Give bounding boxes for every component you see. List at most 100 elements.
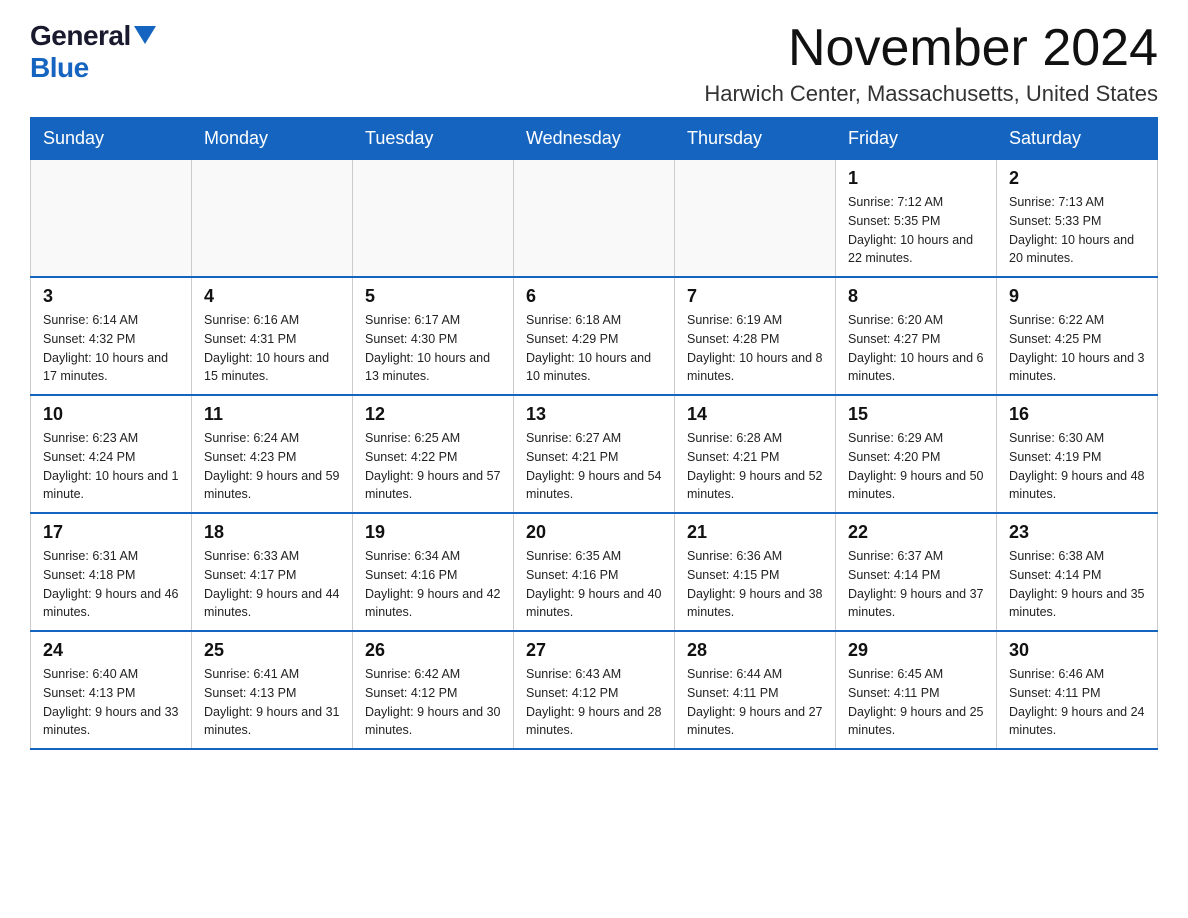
day-number: 4 [204, 286, 340, 307]
calendar-cell: 27 Sunrise: 6:43 AMSunset: 4:12 PMDayligh… [514, 631, 675, 749]
day-number: 24 [43, 640, 179, 661]
day-number: 2 [1009, 168, 1145, 189]
calendar-row-3: 17 Sunrise: 6:31 AMSunset: 4:18 PMDayligh… [31, 513, 1158, 631]
day-info: Sunrise: 6:38 AMSunset: 4:14 PMDaylight:… [1009, 547, 1145, 622]
calendar-cell: 21Sunrise: 6:36 AMSunset: 4:15 PMDayligh… [675, 513, 836, 631]
calendar-cell: 3 Sunrise: 6:14 AMSunset: 4:32 PMDaylight… [31, 277, 192, 395]
calendar-cell: 22Sunrise: 6:37 AMSunset: 4:14 PMDayligh… [836, 513, 997, 631]
weekday-header-thursday: Thursday [675, 118, 836, 160]
location-title: Harwich Center, Massachusetts, United St… [704, 81, 1158, 107]
calendar-cell: 17 Sunrise: 6:31 AMSunset: 4:18 PMDayligh… [31, 513, 192, 631]
day-info: Sunrise: 6:29 AMSunset: 4:20 PMDaylight:… [848, 429, 984, 504]
day-number: 26 [365, 640, 501, 661]
day-info: Sunrise: 6:22 AMSunset: 4:25 PMDaylight:… [1009, 311, 1145, 386]
day-number: 19 [365, 522, 501, 543]
day-info: Sunrise: 6:42 AMSunset: 4:12 PMDaylight:… [365, 665, 501, 740]
calendar-cell: 11 Sunrise: 6:24 AMSunset: 4:23 PMDayligh… [192, 395, 353, 513]
day-number: 30 [1009, 640, 1145, 661]
day-number: 22 [848, 522, 984, 543]
calendar-cell: 2 Sunrise: 7:13 AMSunset: 5:33 PMDaylight… [997, 160, 1158, 278]
calendar-cell: 8 Sunrise: 6:20 AMSunset: 4:27 PMDaylight… [836, 277, 997, 395]
day-info: Sunrise: 6:20 AMSunset: 4:27 PMDaylight:… [848, 311, 984, 386]
day-info: Sunrise: 6:23 AMSunset: 4:24 PMDaylight:… [43, 429, 179, 504]
logo: General Blue [30, 20, 156, 84]
day-number: 5 [365, 286, 501, 307]
day-number: 15 [848, 404, 984, 425]
day-number: 7 [687, 286, 823, 307]
day-info: Sunrise: 6:46 AMSunset: 4:11 PMDaylight:… [1009, 665, 1145, 740]
day-info: Sunrise: 6:28 AMSunset: 4:21 PMDaylight:… [687, 429, 823, 504]
calendar-cell: 25Sunrise: 6:41 AMSunset: 4:13 PMDayligh… [192, 631, 353, 749]
calendar-row-4: 24 Sunrise: 6:40 AMSunset: 4:13 PMDayligh… [31, 631, 1158, 749]
calendar-cell: 24 Sunrise: 6:40 AMSunset: 4:13 PMDayligh… [31, 631, 192, 749]
calendar-cell: 4 Sunrise: 6:16 AMSunset: 4:31 PMDaylight… [192, 277, 353, 395]
day-info: Sunrise: 6:18 AMSunset: 4:29 PMDaylight:… [526, 311, 662, 386]
calendar-row-1: 3 Sunrise: 6:14 AMSunset: 4:32 PMDaylight… [31, 277, 1158, 395]
calendar-cell: 5 Sunrise: 6:17 AMSunset: 4:30 PMDaylight… [353, 277, 514, 395]
weekday-header-tuesday: Tuesday [353, 118, 514, 160]
day-number: 18 [204, 522, 340, 543]
day-number: 23 [1009, 522, 1145, 543]
day-info: Sunrise: 6:31 AMSunset: 4:18 PMDaylight:… [43, 547, 179, 622]
calendar-cell: 30 Sunrise: 6:46 AMSunset: 4:11 PMDayligh… [997, 631, 1158, 749]
day-info: Sunrise: 7:13 AMSunset: 5:33 PMDaylight:… [1009, 193, 1145, 268]
day-number: 3 [43, 286, 179, 307]
calendar-cell [31, 160, 192, 278]
day-number: 8 [848, 286, 984, 307]
calendar-header: SundayMondayTuesdayWednesdayThursdayFrid… [31, 118, 1158, 160]
calendar-cell [353, 160, 514, 278]
weekday-header-monday: Monday [192, 118, 353, 160]
day-number: 1 [848, 168, 984, 189]
calendar-cell: 16Sunrise: 6:30 AMSunset: 4:19 PMDayligh… [997, 395, 1158, 513]
day-info: Sunrise: 6:43 AMSunset: 4:12 PMDaylight:… [526, 665, 662, 740]
day-number: 12 [365, 404, 501, 425]
day-info: Sunrise: 6:16 AMSunset: 4:31 PMDaylight:… [204, 311, 340, 386]
logo-triangle-icon [134, 26, 156, 44]
day-number: 13 [526, 404, 662, 425]
day-number: 17 [43, 522, 179, 543]
day-info: Sunrise: 6:27 AMSunset: 4:21 PMDaylight:… [526, 429, 662, 504]
day-info: Sunrise: 6:17 AMSunset: 4:30 PMDaylight:… [365, 311, 501, 386]
day-info: Sunrise: 6:24 AMSunset: 4:23 PMDaylight:… [204, 429, 340, 504]
calendar-body: 1Sunrise: 7:12 AMSunset: 5:35 PMDaylight… [31, 160, 1158, 750]
day-number: 9 [1009, 286, 1145, 307]
calendar-cell: 26 Sunrise: 6:42 AMSunset: 4:12 PMDayligh… [353, 631, 514, 749]
calendar-cell: 1Sunrise: 7:12 AMSunset: 5:35 PMDaylight… [836, 160, 997, 278]
day-number: 20 [526, 522, 662, 543]
calendar-cell: 10Sunrise: 6:23 AMSunset: 4:24 PMDayligh… [31, 395, 192, 513]
calendar-row-0: 1Sunrise: 7:12 AMSunset: 5:35 PMDaylight… [31, 160, 1158, 278]
day-info: Sunrise: 6:14 AMSunset: 4:32 PMDaylight:… [43, 311, 179, 386]
calendar-cell [675, 160, 836, 278]
day-info: Sunrise: 6:33 AMSunset: 4:17 PMDaylight:… [204, 547, 340, 622]
calendar-cell: 19Sunrise: 6:34 AMSunset: 4:16 PMDayligh… [353, 513, 514, 631]
day-info: Sunrise: 6:40 AMSunset: 4:13 PMDaylight:… [43, 665, 179, 740]
weekday-header-sunday: Sunday [31, 118, 192, 160]
day-info: Sunrise: 6:25 AMSunset: 4:22 PMDaylight:… [365, 429, 501, 504]
calendar-cell: 13 Sunrise: 6:27 AMSunset: 4:21 PMDayligh… [514, 395, 675, 513]
calendar-cell: 20 Sunrise: 6:35 AMSunset: 4:16 PMDayligh… [514, 513, 675, 631]
day-number: 21 [687, 522, 823, 543]
calendar-cell: 9 Sunrise: 6:22 AMSunset: 4:25 PMDaylight… [997, 277, 1158, 395]
day-number: 28 [687, 640, 823, 661]
calendar-cell: 12 Sunrise: 6:25 AMSunset: 4:22 PMDayligh… [353, 395, 514, 513]
weekday-header-wednesday: Wednesday [514, 118, 675, 160]
logo-blue-text: Blue [30, 52, 89, 83]
day-number: 25 [204, 640, 340, 661]
weekday-header-saturday: Saturday [997, 118, 1158, 160]
calendar-cell: 29Sunrise: 6:45 AMSunset: 4:11 PMDayligh… [836, 631, 997, 749]
month-title: November 2024 [704, 20, 1158, 77]
logo-general-text: General [30, 20, 131, 52]
calendar-cell: 15 Sunrise: 6:29 AMSunset: 4:20 PMDayligh… [836, 395, 997, 513]
calendar-cell: 28 Sunrise: 6:44 AMSunset: 4:11 PMDayligh… [675, 631, 836, 749]
weekday-header-row: SundayMondayTuesdayWednesdayThursdayFrid… [31, 118, 1158, 160]
day-info: Sunrise: 6:30 AMSunset: 4:19 PMDaylight:… [1009, 429, 1145, 504]
day-info: Sunrise: 6:45 AMSunset: 4:11 PMDaylight:… [848, 665, 984, 740]
day-info: Sunrise: 6:35 AMSunset: 4:16 PMDaylight:… [526, 547, 662, 622]
day-number: 11 [204, 404, 340, 425]
calendar-row-2: 10Sunrise: 6:23 AMSunset: 4:24 PMDayligh… [31, 395, 1158, 513]
calendar-cell [514, 160, 675, 278]
page-header: General Blue November 2024 Harwich Cente… [30, 20, 1158, 107]
day-number: 27 [526, 640, 662, 661]
day-info: Sunrise: 6:44 AMSunset: 4:11 PMDaylight:… [687, 665, 823, 740]
calendar-cell: 18 Sunrise: 6:33 AMSunset: 4:17 PMDayligh… [192, 513, 353, 631]
